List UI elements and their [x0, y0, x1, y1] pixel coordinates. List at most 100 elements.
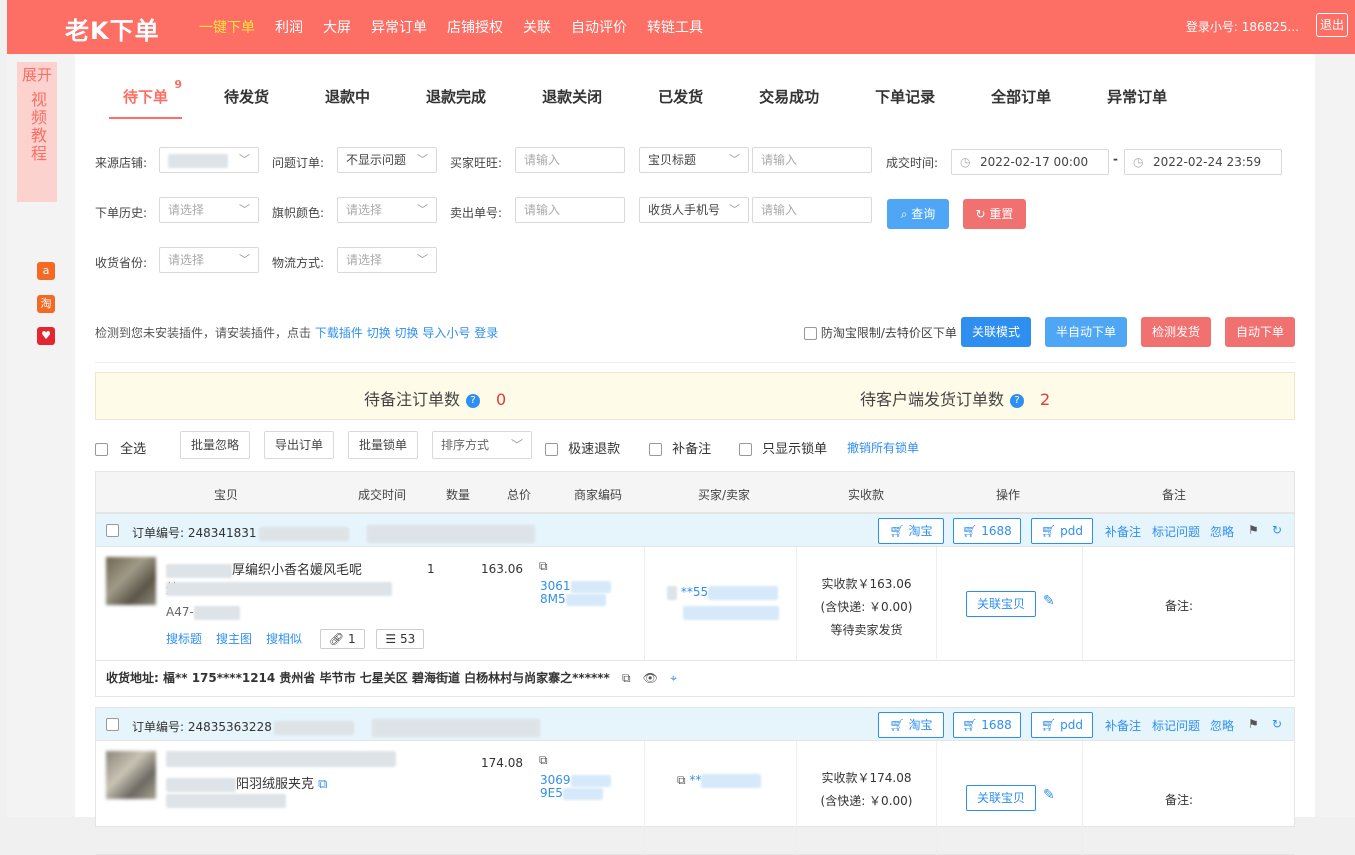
product-thumbnail[interactable]	[106, 557, 156, 605]
export-orders-button[interactable]: 导出订单	[264, 431, 334, 459]
source-shop-select[interactable]: ﹀	[159, 147, 259, 173]
buyer-wangwang-input[interactable]: 请输入	[515, 147, 625, 173]
1688-button[interactable]: 🛒︎ 1688	[953, 712, 1021, 738]
refresh-icon[interactable]: ↻	[1272, 717, 1282, 731]
buyer-name[interactable]: **55	[667, 585, 779, 600]
flag-icon[interactable]: ⚑	[1248, 717, 1259, 731]
question-icon[interactable]: ?	[1010, 394, 1025, 408]
date-to-input[interactable]: ◷ 2022-02-24 23:59	[1124, 149, 1282, 175]
location-icon[interactable]: ⌖	[670, 671, 677, 685]
similar-count-pill[interactable]: ☰ 53	[376, 629, 425, 649]
switch-link-2[interactable]: 切换	[395, 326, 419, 340]
restrict-option[interactable]: 防淘宝限制/去特价区下单	[804, 324, 957, 341]
tab-pending-order[interactable]: 待下单 9	[109, 78, 183, 119]
nav-profit[interactable]: 利润	[275, 17, 303, 37]
only-locked-option[interactable]: 只显示锁单	[739, 438, 827, 457]
nav-auto-review[interactable]: 自动评价	[571, 17, 627, 37]
item-title-select[interactable]: 宝贝标题 ﹀	[639, 147, 749, 173]
auto-order-button[interactable]: 自动下单	[1225, 317, 1295, 347]
select-all-checkbox[interactable]	[95, 443, 108, 456]
add-note-link[interactable]: 补备注	[1105, 717, 1141, 734]
nav-big-screen[interactable]: 大屏	[323, 17, 351, 37]
add-note-checkbox[interactable]	[649, 443, 662, 456]
nav-abnormal-orders[interactable]: 异常订单	[371, 17, 427, 37]
date-from-input[interactable]: ◷ 2022-02-17 00:00	[951, 149, 1109, 175]
nav-link[interactable]: 关联	[523, 17, 551, 37]
tab-pending-ship[interactable]: 待发货	[210, 80, 283, 119]
search-button[interactable]: ⌕ 查询	[887, 199, 949, 229]
ignore-link[interactable]: 忽略	[1210, 523, 1234, 540]
product-thumbnail[interactable]	[106, 751, 156, 799]
order-checkbox[interactable]	[106, 718, 119, 731]
question-icon[interactable]: ?	[466, 394, 481, 408]
add-note-link[interactable]: 补备注	[1105, 523, 1141, 540]
province-select[interactable]: 请选择 ﹀	[159, 247, 259, 273]
batch-lock-button[interactable]: 批量锁单	[348, 431, 418, 459]
login-link[interactable]: 登录	[474, 326, 498, 340]
item-title-input[interactable]: 请输入	[752, 147, 872, 173]
restrict-checkbox[interactable]	[804, 327, 817, 340]
flag-color-select[interactable]: 请选择 ﹀	[337, 197, 437, 223]
pdd-button[interactable]: 🛒︎ pdd	[1031, 518, 1093, 544]
fast-refund-checkbox[interactable]	[545, 443, 558, 456]
tab-refunding[interactable]: 退款中	[311, 80, 384, 119]
merchant-code[interactable]: 3061	[540, 579, 611, 593]
tab-success[interactable]: 交易成功	[745, 80, 833, 119]
expand-panel[interactable]: 展开 视频教程	[17, 62, 57, 202]
nav-one-click-order[interactable]: 一键下单	[199, 17, 255, 37]
only-locked-checkbox[interactable]	[739, 443, 752, 456]
receiver-phone-select[interactable]: 收货人手机号 ﹀	[639, 197, 749, 223]
mark-problem-link[interactable]: 标记问题	[1152, 717, 1200, 734]
sort-select[interactable]: 排序方式 ﹀	[432, 431, 532, 459]
1688-button[interactable]: 🛒︎ 1688	[953, 518, 1021, 544]
cancel-locks-link[interactable]: 撤销所有锁单	[847, 439, 919, 456]
merchant-code-2[interactable]: 8M5	[540, 592, 606, 606]
link-mode-button[interactable]: 关联模式	[961, 317, 1031, 347]
search-similar-link[interactable]: 搜相似	[266, 632, 302, 646]
mark-problem-link[interactable]: 标记问题	[1152, 523, 1200, 540]
buyer-name[interactable]: ⧉ **	[677, 773, 762, 788]
flag-icon[interactable]: ⚑	[1248, 523, 1259, 537]
receiver-phone-input[interactable]: 请输入	[752, 197, 872, 223]
order-checkbox[interactable]	[106, 524, 119, 537]
download-plugin-link[interactable]: 下载插件	[315, 326, 363, 340]
sell-no-input[interactable]: 请输入	[515, 197, 625, 223]
merchant-code-2[interactable]: 9E5	[540, 786, 603, 800]
nav-shop-auth[interactable]: 店铺授权	[447, 17, 503, 37]
link-item-button[interactable]: 关联宝贝	[966, 591, 1036, 617]
logout-button[interactable]: 退出	[1316, 13, 1348, 37]
merchant-code[interactable]: 3069	[540, 773, 611, 787]
taobao-button[interactable]: 🛒︎ 淘宝	[878, 712, 944, 738]
import-account-link[interactable]: 导入小号	[422, 326, 470, 340]
fast-refund-option[interactable]: 极速退款	[545, 438, 620, 457]
problem-order-select[interactable]: 不显示问题 ﹀	[337, 147, 437, 173]
tab-all-orders[interactable]: 全部订单	[977, 80, 1065, 119]
batch-ignore-button[interactable]: 批量忽略	[180, 431, 250, 459]
select-all-option[interactable]: 全选	[95, 438, 146, 457]
tab-shipped[interactable]: 已发货	[644, 80, 717, 119]
refresh-icon[interactable]: ↻	[1272, 523, 1282, 537]
pinduoduo-icon[interactable]: ♥	[37, 327, 55, 345]
copy-icon[interactable]: ⧉	[539, 753, 548, 768]
copy-icon[interactable]: ⧉	[539, 559, 548, 574]
nav-link-tool[interactable]: 转链工具	[647, 17, 703, 37]
link-item-button[interactable]: 关联宝贝	[966, 785, 1036, 811]
check-shipping-button[interactable]: 检测发货	[1141, 317, 1211, 347]
tab-abnormal[interactable]: 异常订单	[1093, 80, 1181, 119]
copy-icon[interactable]: ⧉	[677, 773, 686, 787]
tab-refund-closed[interactable]: 退款关闭	[528, 80, 616, 119]
link-count-pill[interactable]: 🔗︎ 1	[319, 629, 365, 649]
order-history-select[interactable]: 请选择 ﹀	[159, 197, 259, 223]
copy-icon[interactable]: ⧉	[622, 671, 631, 685]
edit-icon[interactable]: ✎	[1043, 787, 1055, 803]
alibaba-icon[interactable]: a	[37, 262, 55, 280]
search-image-link[interactable]: 搜主图	[216, 632, 252, 646]
add-note-option[interactable]: 补备注	[649, 438, 711, 457]
eye-icon[interactable]: 👁︎	[643, 671, 658, 685]
search-title-link[interactable]: 搜标题	[166, 632, 202, 646]
product-title[interactable]: 阳羽绒服夹克 ⧉	[166, 773, 327, 792]
logistics-select[interactable]: 请选择 ﹀	[337, 247, 437, 273]
switch-link[interactable]: 切换	[367, 326, 391, 340]
tab-order-record[interactable]: 下单记录	[861, 80, 949, 119]
edit-icon[interactable]: ✎	[1043, 593, 1055, 609]
